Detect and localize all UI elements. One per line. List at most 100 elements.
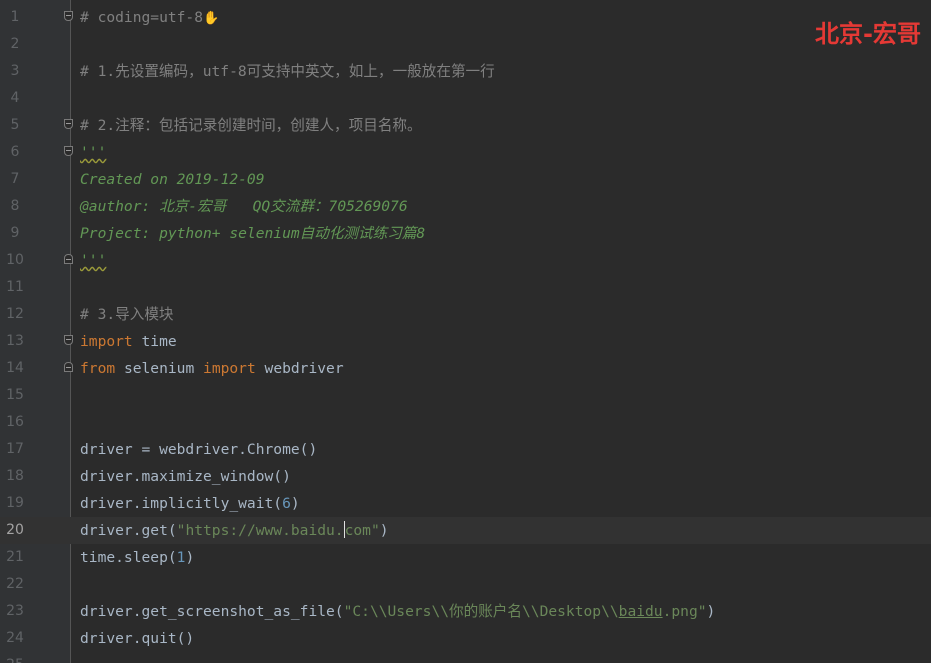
code-line[interactable]: 18 driver.maximize_window(): [0, 463, 931, 490]
code-line[interactable]: 4: [0, 85, 931, 112]
code-text[interactable]: driver.quit(): [80, 625, 194, 652]
code-text[interactable]: driver.get("https://www.baidu.com"): [80, 517, 389, 544]
line-number: 14: [6, 360, 24, 376]
line-number: 15: [6, 387, 24, 403]
code-token: time: [132, 333, 177, 350]
code-text[interactable]: # 2.注释：包括记录创建时间，创建人，项目名称。: [80, 112, 422, 139]
code-token: "https://www.baidu.: [176, 522, 344, 539]
line-number: 18: [6, 468, 24, 484]
fold-marker-icon[interactable]: [64, 11, 73, 21]
code-text[interactable]: import time: [80, 328, 177, 355]
line-number: 7: [10, 171, 20, 187]
line-number: 8: [10, 198, 20, 214]
code-line[interactable]: 17 driver = webdriver.Chrome(): [0, 436, 931, 463]
code-line[interactable]: 15: [0, 382, 931, 409]
code-token: webdriver: [255, 360, 344, 377]
code-token: @author: 北京-宏哥 QQ交流群：705269076: [80, 198, 408, 215]
line-number: 5: [10, 117, 20, 133]
code-token: ): [185, 549, 195, 566]
code-line[interactable]: 2: [0, 31, 931, 58]
code-text[interactable]: # 3.导入模块: [80, 301, 174, 328]
fold-marker-icon[interactable]: [64, 254, 73, 264]
code-line[interactable]: 12 # 3.导入模块: [0, 301, 931, 328]
line-number: 2: [10, 36, 20, 52]
line-number: 17: [6, 441, 24, 457]
code-text[interactable]: # 1.先设置编码，utf-8可支持中英文，如上，一般放在第一行: [80, 58, 495, 85]
line-number: 23: [6, 603, 24, 619]
code-line[interactable]: 23 driver.get_screenshot_as_file("C:\\Use…: [0, 598, 931, 625]
line-number: 22: [6, 576, 24, 592]
code-line[interactable]: 11: [0, 274, 931, 301]
code-token: # 3.导入模块: [80, 306, 174, 323]
code-text[interactable]: ''': [80, 247, 106, 274]
hand-cursor-icon: ✋: [203, 11, 220, 26]
line-number: 1: [10, 9, 20, 25]
code-line[interactable]: 9 Project: python+ selenium自动化测试练习篇8: [0, 220, 931, 247]
line-number: 6: [10, 144, 20, 160]
code-token: Created on 2019-12-09: [80, 171, 265, 188]
fold-marker-icon[interactable]: [64, 335, 73, 345]
code-text[interactable]: driver.implicitly_wait(6): [80, 490, 300, 517]
line-number: 19: [6, 495, 24, 511]
code-line[interactable]: 8 @author: 北京-宏哥 QQ交流群：705269076: [0, 193, 931, 220]
code-line[interactable]: 6 ''': [0, 139, 931, 166]
code-token: driver.maximize_window(): [80, 468, 291, 485]
code-token: selenium: [115, 360, 204, 377]
code-line[interactable]: 7 Created on 2019-12-09: [0, 166, 931, 193]
code-text[interactable]: # coding=utf-8✋: [80, 4, 219, 32]
code-line[interactable]: 16: [0, 409, 931, 436]
code-line[interactable]: 25: [0, 652, 931, 663]
code-token: from: [80, 360, 116, 377]
code-line[interactable]: 14 from selenium import webdriver: [0, 355, 931, 382]
fold-marker-icon[interactable]: [64, 119, 73, 129]
code-token: time.sleep(: [80, 549, 177, 566]
code-text[interactable]: ''': [80, 139, 106, 166]
code-text[interactable]: time.sleep(1): [80, 544, 194, 571]
line-number: 10: [6, 252, 24, 268]
line-number: 11: [6, 279, 24, 295]
code-token: ): [379, 522, 389, 539]
line-number: 16: [6, 414, 24, 430]
code-text[interactable]: driver.maximize_window(): [80, 463, 291, 490]
code-token: ''': [80, 144, 107, 161]
code-text[interactable]: Project: python+ selenium自动化测试练习篇8: [80, 220, 425, 247]
code-text[interactable]: @author: 北京-宏哥 QQ交流群：705269076: [80, 193, 408, 220]
code-token: driver.quit(): [80, 630, 195, 647]
line-number: 20: [6, 522, 24, 538]
code-token: 6: [282, 495, 291, 512]
code-line[interactable]: 24 driver.quit(): [0, 625, 931, 652]
line-number: 12: [6, 306, 24, 322]
code-line[interactable]: 3 # 1.先设置编码，utf-8可支持中英文，如上，一般放在第一行: [0, 58, 931, 85]
code-token: # 2.注释：包括记录创建时间，创建人，项目名称。: [80, 117, 422, 134]
code-line[interactable]: 5 # 2.注释：包括记录创建时间，创建人，项目名称。: [0, 112, 931, 139]
fold-marker-icon[interactable]: [64, 146, 73, 156]
code-text[interactable]: driver.get_screenshot_as_file("C:\\Users…: [80, 598, 715, 625]
code-token: ''': [80, 252, 107, 269]
line-number: 25: [0, 652, 30, 663]
line-number: 9: [10, 225, 20, 241]
line-number: 3: [10, 63, 20, 79]
code-token: baidu: [618, 603, 663, 620]
code-token: .png": [662, 603, 707, 620]
code-text[interactable]: from selenium import webdriver: [80, 355, 344, 382]
code-line[interactable]: 20 driver.get("https://www.baidu.com"): [0, 517, 931, 544]
code-line[interactable]: 19 driver.implicitly_wait(6): [0, 490, 931, 517]
code-line[interactable]: 22: [0, 571, 931, 598]
code-line[interactable]: 13 import time: [0, 328, 931, 355]
code-editor[interactable]: 1 # coding=utf-8✋ 2 3 # 1.先设置编码，utf-8可支持中英文，…: [0, 0, 931, 663]
code-text[interactable]: Created on 2019-12-09: [80, 166, 265, 193]
fold-marker-icon[interactable]: [64, 362, 73, 372]
code-token: driver.implicitly_wait(: [80, 495, 283, 512]
code-line[interactable]: 1 # coding=utf-8✋: [0, 4, 931, 31]
code-line[interactable]: 10 ''': [0, 247, 931, 274]
code-token: driver.get_screenshot_as_file(: [80, 603, 344, 620]
code-token: # 1.先设置编码，utf-8可支持中英文，如上，一般放在第一行: [80, 63, 495, 80]
code-token: import: [80, 333, 133, 350]
code-token: driver.get(: [80, 522, 177, 539]
watermark-text: 北京-宏哥: [815, 20, 921, 48]
code-text[interactable]: driver = webdriver.Chrome(): [80, 436, 317, 463]
code-token: "C:\\Users\\你的账户名\\Desktop\\: [343, 603, 619, 620]
code-token: ): [290, 495, 300, 512]
code-token: ): [706, 603, 716, 620]
code-line[interactable]: 21 time.sleep(1): [0, 544, 931, 571]
